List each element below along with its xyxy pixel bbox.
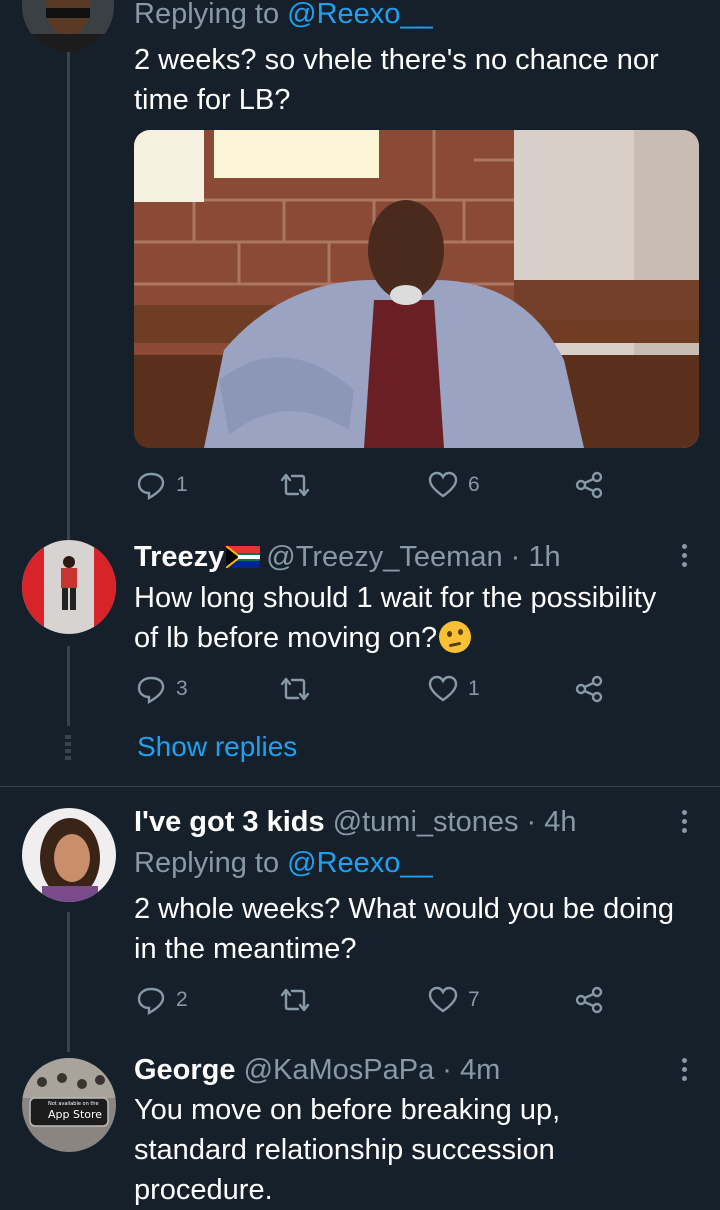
retweet-button[interactable] [278, 472, 312, 498]
show-replies-link[interactable]: Show replies [137, 728, 297, 766]
display-name[interactable]: I've got 3 kids [134, 806, 325, 838]
share-icon [575, 675, 603, 703]
like-button[interactable]: 6 [428, 471, 480, 499]
like-count: 1 [468, 677, 480, 700]
like-icon [428, 471, 458, 498]
more-icon [681, 544, 687, 549]
tweet-text: 2 weeks? so vhele there's no chance nor … [134, 40, 704, 120]
retweet-icon [280, 988, 310, 1012]
more-button[interactable] [676, 544, 692, 567]
reply-button[interactable]: 1 [136, 470, 188, 500]
user-handle[interactable]: @KaMosPaPa [244, 1054, 435, 1086]
tweet-text: 2 whole weeks? What would you be doing i… [134, 889, 704, 969]
replying-to-label: Replying to [134, 0, 280, 30]
share-button[interactable] [574, 985, 604, 1015]
reply-button[interactable]: 3 [136, 674, 188, 704]
thread-line [67, 646, 70, 726]
like-icon [428, 986, 458, 1013]
tweet-text-line: in the meantime? [134, 933, 357, 965]
more-button[interactable] [676, 1058, 692, 1081]
tweet-text-line: procedure. [134, 1174, 273, 1206]
app-store-badge: Not available on the App Store [32, 1101, 108, 1125]
reply-icon [137, 987, 165, 1015]
retweet-icon [280, 473, 310, 497]
tweet-time: · 4m [442, 1054, 501, 1086]
thinking-face-emoji [439, 621, 472, 653]
tweet-time: · 1h [510, 541, 561, 573]
tweet-text-line: How long should 1 wait for the possibili… [134, 582, 657, 614]
replying-to-label: Replying to [134, 847, 280, 879]
replying-to-handle[interactable]: @Reexo__ [287, 847, 433, 879]
share-button[interactable] [574, 470, 604, 500]
collapsed-thread-dots [65, 735, 71, 765]
tweet-time: · 4h [526, 806, 577, 838]
avatar-george[interactable]: Not available on the App Store [22, 1058, 116, 1152]
like-button[interactable]: 7 [428, 986, 480, 1014]
retweet-button[interactable] [278, 676, 312, 702]
tweet-text-line: 2 whole weeks? What would you be doing [134, 893, 675, 925]
user-handle[interactable]: @tumi_stones [333, 806, 519, 838]
replying-to-handle[interactable]: @Reexo__ [287, 0, 433, 30]
display-name[interactable]: Treezy [134, 541, 224, 573]
badge-large-text: App Store [48, 1108, 103, 1121]
like-count: 6 [468, 473, 480, 496]
retweet-icon [280, 677, 310, 701]
retweet-button[interactable] [278, 987, 312, 1013]
thread-divider [0, 786, 720, 787]
more-button[interactable] [676, 810, 692, 833]
like-button[interactable]: 1 [428, 675, 480, 703]
share-icon [575, 471, 603, 499]
avatar-treezy[interactable] [22, 540, 116, 634]
tweet-text-line: time for LB? [134, 84, 291, 116]
user-handle[interactable]: @Treezy_Teeman [266, 541, 502, 573]
south-africa-flag-emoji [226, 546, 261, 568]
tweet-text: How long should 1 wait for the possibili… [134, 578, 704, 658]
thread-line [67, 40, 70, 540]
avatar-reexo-thread[interactable] [22, 0, 114, 52]
reply-count: 1 [176, 473, 188, 496]
reply-icon [137, 472, 165, 500]
share-button[interactable] [574, 674, 604, 704]
reply-count: 3 [176, 677, 188, 700]
more-icon [681, 810, 687, 815]
thread-line [67, 912, 70, 1052]
reply-button[interactable]: 2 [136, 985, 188, 1015]
tweet-text-line: You move on before breaking up, [134, 1094, 561, 1126]
tweet-text: You move on before breaking up, standard… [134, 1090, 704, 1210]
display-name[interactable]: George [134, 1054, 236, 1086]
reply-icon [137, 676, 165, 704]
like-icon [428, 675, 458, 702]
like-count: 7 [468, 988, 480, 1011]
badge-small-text: Not available on the [48, 1101, 99, 1107]
reply-count: 2 [176, 988, 188, 1011]
tweet-text-line: standard relationship succession [134, 1134, 555, 1166]
tweet-text-line: 2 weeks? so vhele there's no chance nor [134, 44, 659, 76]
tweet-text-line: of lb before moving on? [134, 622, 438, 654]
more-icon [681, 1058, 687, 1063]
avatar-tumi-stones[interactable] [22, 808, 116, 902]
share-icon [575, 986, 603, 1014]
tweet-photo[interactable] [134, 130, 699, 448]
